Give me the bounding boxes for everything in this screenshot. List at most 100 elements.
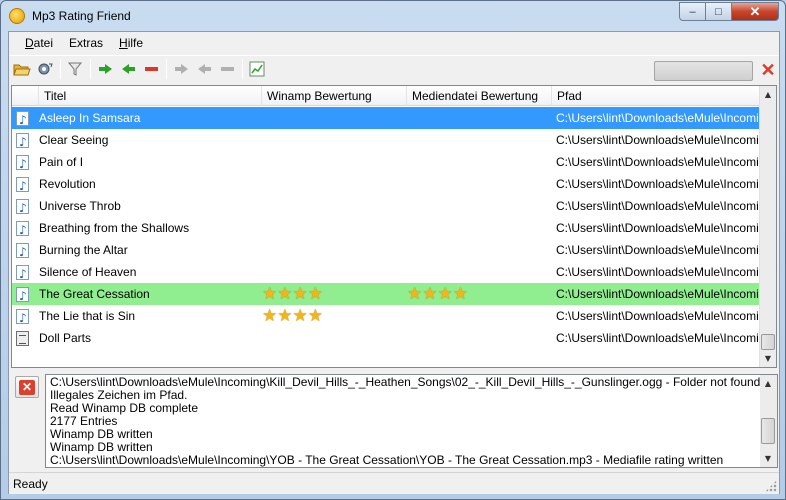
resize-grip[interactable] — [765, 480, 777, 492]
row-winamp-rating[interactable] — [262, 129, 406, 151]
list-scrollbar[interactable]: ▲ ▼ — [759, 86, 776, 367]
scroll-thumb[interactable] — [761, 334, 775, 350]
copy-right-disabled-button[interactable] — [170, 58, 192, 80]
log-scroll-down-button[interactable]: ▼ — [760, 450, 776, 467]
row-media-rating[interactable] — [407, 151, 551, 173]
star-icon: ★ — [307, 305, 323, 326]
log-scroll-thumb[interactable] — [761, 418, 775, 444]
list-row[interactable]: Burning the Altar C:\Users\lint\Downloads… — [12, 239, 760, 261]
close-window-button[interactable]: ✕ — [731, 2, 779, 21]
row-winamp-rating[interactable]: ★ ★ ★ ★ — [262, 305, 406, 327]
menu-datei[interactable]: Datei — [17, 36, 61, 50]
row-media-rating[interactable] — [407, 327, 551, 349]
row-winamp-rating[interactable] — [262, 195, 406, 217]
row-winamp-rating[interactable]: ★ ★ ★ ★ — [262, 283, 406, 305]
toolbar-separator — [242, 59, 243, 79]
copy-right-button[interactable] — [94, 58, 116, 80]
row-title: Burning the Altar — [39, 243, 128, 257]
row-media-rating[interactable] — [407, 173, 551, 195]
cancel-button[interactable]: ✕ — [759, 60, 777, 80]
row-path: C:\Users\lint\Downloads\eMule\Incomi... — [556, 309, 758, 323]
log-scrollbar[interactable]: ▲ ▼ — [760, 375, 777, 467]
menu-extras[interactable]: Extras — [61, 36, 111, 50]
filter-button[interactable] — [64, 58, 86, 80]
row-winamp-rating[interactable] — [262, 151, 406, 173]
list-row[interactable]: Silence of Heaven C:\Users\lint\Downloads… — [12, 261, 760, 283]
row-icon-cell — [16, 261, 32, 283]
row-winamp-rating[interactable] — [262, 239, 406, 261]
open-folder-button[interactable] — [11, 58, 33, 80]
title-bar[interactable]: Mp3 Rating Friend – □ ✕ — [1, 1, 785, 31]
row-media-rating[interactable] — [407, 239, 551, 261]
row-path: C:\Users\lint\Downloads\eMule\Incomi... — [556, 265, 758, 279]
row-path: C:\Users\lint\Downloads\eMule\Incomi... — [556, 221, 758, 235]
list-row[interactable]: The Great Cessation★★★★★★★★C:\Users\lint… — [12, 283, 760, 305]
row-winamp-rating[interactable] — [262, 261, 406, 283]
row-media-rating[interactable] — [407, 217, 551, 239]
copy-left-button[interactable] — [117, 58, 139, 80]
song-list[interactable]: Titel Winamp Bewertung Mediendatei Bewer… — [11, 85, 777, 368]
toolbar: ✕ — [9, 55, 779, 82]
maximize-button[interactable]: □ — [705, 2, 732, 21]
list-row[interactable]: Clear Seeing C:\Users\lint\Downloads\eMul… — [12, 129, 760, 151]
star-icon: ★ — [292, 305, 308, 326]
list-row[interactable]: Doll Parts C:\Users\lint\Downloads\eMule\… — [12, 327, 760, 349]
log-output[interactable]: C:\Users\lint\Downloads\eMule\Incoming\K… — [45, 374, 778, 468]
row-winamp-rating[interactable] — [262, 327, 406, 349]
column-header-pfad[interactable]: Pfad — [552, 86, 760, 106]
sync-settings-button[interactable] — [34, 58, 56, 80]
row-title: Asleep In Samsara — [39, 111, 141, 125]
remove-button[interactable] — [140, 58, 162, 80]
list-row[interactable]: Asleep In Samsara C:\Users\lint\Downloads… — [12, 107, 760, 129]
copy-left-disabled-button[interactable] — [193, 58, 215, 80]
list-row[interactable]: Breathing from the Shallows C:\Users\lint… — [12, 217, 760, 239]
list-row[interactable]: Pain of I C:\Users\lint\Downloads\eMule\I… — [12, 151, 760, 173]
star-icon: ★ — [262, 305, 278, 326]
star-rating: ★ ★ ★ ★ — [407, 283, 468, 305]
music-file-icon — [16, 241, 29, 261]
row-title: Doll Parts — [39, 331, 92, 345]
arrow-left-shaft — [128, 67, 135, 71]
music-file-icon — [16, 131, 29, 151]
list-row[interactable]: Universe Throb C:\Users\lint\Downloads\eM… — [12, 195, 760, 217]
scroll-down-button[interactable]: ▼ — [760, 350, 776, 367]
column-header-media[interactable]: Mediendatei Bewertung — [407, 86, 552, 106]
menu-hilfe-mnemonic: H — [119, 36, 128, 50]
folder-open-icon — [13, 64, 31, 76]
row-media-rating[interactable] — [407, 195, 551, 217]
remove-disabled-button[interactable] — [216, 58, 238, 80]
scroll-up-button[interactable]: ▲ — [760, 86, 776, 103]
menu-hilfe[interactable]: Hilfe — [111, 36, 151, 50]
row-media-rating[interactable] — [407, 107, 551, 129]
row-media-rating[interactable] — [407, 129, 551, 151]
row-winamp-rating[interactable] — [262, 107, 406, 129]
row-media-rating[interactable] — [407, 305, 551, 327]
menu-datei-label: atei — [33, 36, 54, 50]
list-row[interactable]: The Lie that is Sin★★★★C:\Users\lint\Dow… — [12, 305, 760, 327]
row-path: C:\Users\lint\Downloads\eMule\Incomi... — [556, 177, 758, 191]
chart-icon — [249, 61, 265, 77]
row-title: Revolution — [39, 177, 96, 191]
row-title: The Great Cessation — [39, 287, 150, 301]
arrow-left-disabled-icon — [197, 64, 205, 74]
minimize-button[interactable]: – — [679, 2, 706, 21]
star-icon: ★ — [422, 283, 438, 304]
star-icon: ★ — [277, 283, 293, 304]
row-winamp-rating[interactable] — [262, 217, 406, 239]
row-media-rating[interactable]: ★ ★ ★ ★ — [407, 283, 551, 305]
chart-button[interactable] — [246, 58, 268, 80]
row-winamp-rating[interactable] — [262, 173, 406, 195]
clear-log-button[interactable]: ✕ — [15, 376, 39, 398]
star-rating: ★ ★ ★ ★ — [262, 305, 323, 327]
list-row[interactable]: Revolution C:\Users\lint\Downloads\eMule\… — [12, 173, 760, 195]
log-scroll-up-button[interactable]: ▲ — [760, 375, 776, 392]
log-lines: C:\Users\lint\Downloads\eMule\Incoming\K… — [50, 376, 760, 467]
toolbar-separator — [60, 59, 61, 79]
list-rows: Asleep In Samsara C:\Users\lint\Downloads… — [12, 107, 760, 349]
column-header-icon[interactable] — [12, 86, 39, 106]
star-rating: ★ ★ ★ ★ — [262, 283, 323, 305]
column-header-winamp[interactable]: Winamp Bewertung — [262, 86, 407, 106]
star-icon: ★ — [262, 283, 278, 304]
row-media-rating[interactable] — [407, 261, 551, 283]
column-header-titel[interactable]: Titel — [39, 86, 262, 106]
